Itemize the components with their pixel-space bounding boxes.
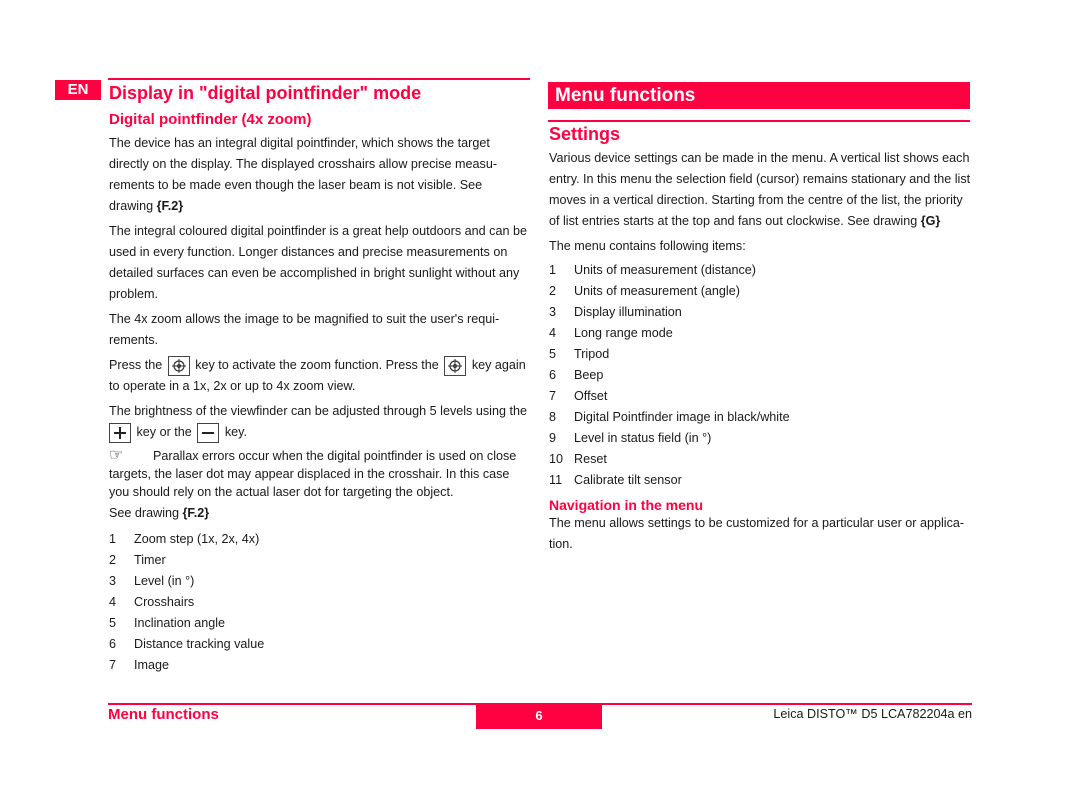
paragraph-text: See drawing	[109, 506, 180, 520]
list-item-number: 3	[549, 305, 557, 319]
section-heading: Display in "digital pointfinder" mode	[109, 83, 422, 103]
paragraph-text: key or the	[136, 425, 192, 439]
list-item-label: Display illumination	[574, 305, 682, 319]
minus-key-icon	[197, 422, 220, 443]
subsection-heading: Navigation in the menu	[549, 497, 704, 513]
list-item-label: Level (in °)	[134, 574, 195, 588]
paragraph-text: key to activate the zoom function. Press…	[195, 358, 439, 372]
chapter-banner: Menu functions	[548, 82, 970, 109]
list-item: 4 Long range mode	[549, 323, 971, 344]
list-item-label: Units of measurement (angle)	[574, 284, 740, 298]
zoom-key-icon	[167, 355, 190, 376]
language-tag: EN	[55, 80, 101, 100]
paragraph: Various device settings can be made in t…	[549, 148, 971, 232]
list-item-label: Calibrate tilt sensor	[574, 473, 682, 487]
list-item-label: Digital Pointfinder image in black/white	[574, 410, 790, 424]
list-item-number: 11	[549, 473, 563, 487]
list-item-number: 7	[109, 658, 117, 672]
list-item-label: Zoom step (1x, 2x, 4x)	[134, 532, 260, 546]
list-item: 6 Distance tracking value	[109, 634, 529, 655]
list-item-label: Beep	[574, 368, 604, 382]
footer-section: Menu functions	[108, 706, 219, 723]
list-item-label: Level in status field (in °)	[574, 431, 712, 445]
paragraph-text: Various device settings can be made in t…	[549, 151, 971, 228]
paragraph-text: Press the	[109, 358, 163, 372]
list-item-label: Timer	[134, 553, 166, 567]
section-heading: Settings	[549, 124, 621, 144]
list-item: 9 Level in status field (in °)	[549, 428, 971, 449]
list-item-number: 3	[109, 574, 117, 588]
list-item-number: 6	[109, 637, 117, 651]
drawing-reference: {F.2}	[156, 199, 184, 213]
list-item-number: 1	[549, 263, 557, 277]
list-item: 2 Units of measurement (angle)	[549, 281, 971, 302]
paragraph: The brightness of the viewfinder can be …	[109, 401, 529, 443]
list-item-number: 4	[549, 326, 557, 340]
document-id: Leica DISTO™ D5 LCA782204a en	[773, 707, 972, 721]
list-item: 1 Units of measurement (distance)	[549, 260, 971, 281]
heading-rule	[548, 120, 970, 122]
list-item: 3 Level (in °)	[109, 571, 529, 592]
list-item-number: 2	[109, 553, 117, 567]
list-item: 7 Offset	[549, 386, 971, 407]
list-item: 11 Calibrate tilt sensor	[549, 470, 971, 491]
paragraph: The integral coloured digital pointfinde…	[109, 224, 527, 301]
right-body: Various device settings can be made in t…	[549, 148, 971, 555]
list-item-number: 5	[109, 616, 117, 630]
list-item-label: Distance tracking value	[134, 637, 265, 651]
page-number: 6	[476, 705, 602, 729]
legend-list: 1 Zoom step (1x, 2x, 4x) 2 Timer 3 Level (in …	[109, 529, 529, 676]
list-item: 3 Display illumination	[549, 302, 971, 323]
list-item: 2 Timer	[109, 550, 529, 571]
paragraph: The menu contains following items:	[549, 239, 746, 253]
list-item-label: Inclination angle	[134, 616, 226, 630]
list-item: 8 Digital Pointfinder image in black/whit…	[549, 407, 971, 428]
paragraph: Press the key to activate the zoom funct…	[109, 355, 529, 397]
list-item: 10 Reset	[549, 449, 971, 470]
heading-rule	[108, 78, 530, 80]
list-item-number: 6	[549, 368, 557, 382]
plus-key-icon	[109, 422, 131, 443]
list-item: 7 Image	[109, 655, 529, 676]
list-item-number: 2	[549, 284, 557, 298]
list-item-label: Tripod	[574, 347, 610, 361]
list-item-number: 10	[549, 452, 564, 466]
list-item-label: Crosshairs	[134, 595, 195, 609]
pointing-hand-icon: ☞	[109, 447, 124, 464]
list-item-label: Reset	[574, 452, 607, 466]
paragraph: The menu allows settings to be customize…	[549, 516, 965, 551]
drawing-reference: {F.2}	[182, 506, 210, 520]
list-item: 5 Inclination angle	[109, 613, 529, 634]
note-text: Parallax errors occur when the digital p…	[109, 449, 517, 499]
list-item-label: Image	[134, 658, 170, 672]
list-item: 4 Crosshairs	[109, 592, 529, 613]
note: ☞ Parallax errors occur when the digital …	[109, 447, 529, 501]
list-item-number: 4	[109, 595, 117, 609]
menu-items-list: 1 Units of measurement (distance) 2 Units o…	[549, 260, 971, 491]
list-item: 6 Beep	[549, 365, 971, 386]
subsection-heading: Digital pointfinder (4x zoom)	[109, 111, 312, 128]
paragraph: The device has an integral digital point…	[109, 133, 529, 217]
paragraph-text: The brightness of the viewfinder can be …	[109, 404, 527, 418]
paragraph: The 4x zoom allows the image to be magni…	[109, 312, 500, 347]
list-item-number: 1	[109, 532, 117, 546]
paragraph-text: key.	[224, 425, 247, 439]
list-item-label: Offset	[574, 389, 608, 403]
list-item: 5 Tripod	[549, 344, 971, 365]
list-item-number: 8	[549, 410, 557, 424]
left-body: The device has an integral digital point…	[109, 133, 529, 676]
list-item-label: Units of measurement (distance)	[574, 263, 756, 277]
list-item-number: 7	[549, 389, 557, 403]
zoom-key-icon	[444, 355, 467, 376]
paragraph: See drawing {F.2}	[109, 503, 529, 524]
list-item-number: 5	[549, 347, 557, 361]
list-item: 1 Zoom step (1x, 2x, 4x)	[109, 529, 529, 550]
list-item-number: 9	[549, 431, 557, 445]
drawing-reference: {G}	[920, 214, 941, 228]
list-item-label: Long range mode	[574, 326, 673, 340]
